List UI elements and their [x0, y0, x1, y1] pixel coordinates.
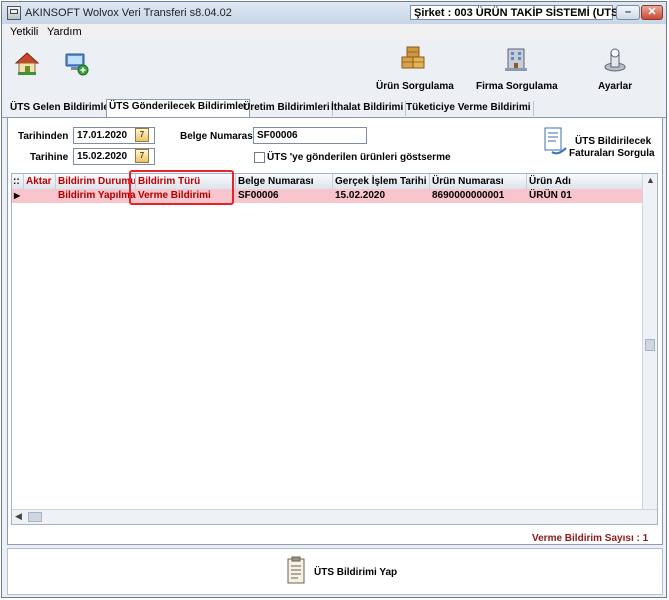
scroll-thumb-vertical[interactable]	[645, 339, 655, 351]
col-aktar[interactable]: Aktar	[24, 174, 56, 189]
cell-aktar[interactable]	[24, 189, 56, 203]
settings-label: Ayarlar	[598, 81, 633, 92]
horizontal-scrollbar[interactable]: ◀	[12, 509, 657, 524]
tab-ithalat[interactable]: İthalat Bildirimi	[329, 101, 407, 116]
doc-no-label: Belge Numarası	[180, 131, 256, 142]
app-icon	[7, 6, 21, 20]
settings-icon	[604, 48, 626, 72]
date-from-label: Tarihinden	[18, 131, 69, 142]
menu-yardim[interactable]: Yardım	[47, 26, 82, 38]
product-query-button[interactable]: Ürün Sorgulama	[372, 45, 454, 95]
cell-belge-numarasi: SF00006	[238, 190, 279, 201]
menu-yetkili[interactable]: Yetkili	[10, 26, 38, 38]
minimize-button[interactable]: –	[616, 5, 640, 20]
col-urun-numarasi[interactable]: Ürün Numarası	[430, 174, 527, 189]
query-invoices-line1: ÜTS Bildirilecek	[575, 136, 652, 147]
scroll-up-icon[interactable]: ▲	[646, 175, 655, 185]
highlight-annotation	[129, 170, 234, 205]
product-query-label: Ürün Sorgulama	[376, 81, 454, 92]
summary-count: Verme Bildirim Sayısı : 1	[532, 533, 649, 544]
tab-tuketici-verme[interactable]: Tüketiciye Verme Bildirimi	[404, 101, 534, 116]
cell-gercek-islem-tarihi: 15.02.2020	[335, 190, 386, 201]
tab-bar: ÜTS Gelen Bildirimler ÜTS Gönderilecek B…	[2, 99, 666, 118]
cell-bildirim-durumu: Bildirim Yapılmad	[58, 190, 136, 201]
row-indicator: ▶	[14, 191, 21, 200]
menu-bar: Yetkili Yardım	[2, 24, 666, 41]
computer-transfer-icon	[65, 53, 89, 76]
tab-uts-gelen[interactable]: ÜTS Gelen Bildirimler	[8, 101, 116, 116]
close-button[interactable]: ✕	[641, 5, 663, 20]
cell-urun-adi: ÜRÜN 01	[529, 190, 572, 201]
query-invoices-button[interactable]: ÜTS Bildirilecek Faturaları Sorgula	[540, 126, 658, 166]
bottom-action-area: ÜTS Bildirimi Yap	[7, 548, 663, 595]
window-title: AKINSOFT Wolvox Veri Transferi s8.04.02	[25, 7, 232, 19]
table-row[interactable]: ▶ Bildirim Yapılmad Verme Bildirimi SF00…	[12, 189, 655, 203]
tab-uretim[interactable]: Üretim Bildirimleri	[241, 101, 333, 116]
transfer-button[interactable]	[63, 50, 93, 80]
home-icon	[14, 52, 40, 75]
scroll-thumb-horizontal[interactable]	[28, 512, 42, 522]
submit-uts-button[interactable]: ÜTS Bildirimi Yap	[286, 555, 398, 589]
home-button[interactable]	[14, 50, 44, 80]
company-field: Şirket : 003 ÜRÜN TAKİP SİSTEMİ (UTS)	[410, 5, 622, 20]
cell-urun-numarasi: 8690000000001	[432, 190, 505, 201]
notifications-grid[interactable]: :: Aktar Bildirim Durumu Bildirim Türü B…	[11, 173, 658, 525]
company-query-button[interactable]: Firma Sorgulama	[472, 45, 558, 95]
date-to-label: Tarihine	[30, 152, 69, 163]
col-urun-adi[interactable]: Ürün Adı	[527, 174, 647, 189]
document-query-icon	[544, 127, 567, 155]
app-window: AKINSOFT Wolvox Veri Transferi s8.04.02 …	[1, 1, 667, 598]
query-invoices-line2: Faturaları Sorgula	[569, 148, 655, 159]
title-bar: AKINSOFT Wolvox Veri Transferi s8.04.02 …	[2, 2, 666, 25]
calendar-icon[interactable]: 7	[135, 149, 149, 163]
tab-panel: Tarihinden 17.01.2020 7 Tarihine 15.02.2…	[7, 117, 663, 545]
boxes-icon	[401, 46, 425, 69]
col-gercek-islem-tarihi[interactable]: Gerçek İşlem Tarihi	[333, 174, 430, 189]
show-sent-checkbox[interactable]	[254, 152, 265, 163]
clipboard-icon	[287, 556, 305, 584]
building-icon	[505, 48, 527, 71]
show-sent-label: ÜTS 'ye gönderilen ürünleri göstserme	[267, 152, 451, 163]
doc-no-field[interactable]: SF00006	[253, 127, 367, 144]
indicator-header: ::	[12, 174, 24, 189]
company-query-label: Firma Sorgulama	[476, 81, 558, 92]
tab-uts-gonderilecek[interactable]: ÜTS Gönderilecek Bildirimler	[106, 99, 251, 117]
toolbar: Ürün Sorgulama Firma Sorgulama Ayarlar	[2, 41, 666, 99]
grid-header: :: Aktar Bildirim Durumu Bildirim Türü B…	[12, 174, 655, 190]
settings-button[interactable]: Ayarlar	[590, 45, 640, 95]
col-bildirim-durumu[interactable]: Bildirim Durumu	[56, 174, 136, 189]
scroll-left-icon[interactable]: ◀	[15, 511, 22, 522]
col-belge-numarasi[interactable]: Belge Numarası	[236, 174, 333, 189]
vertical-scrollbar[interactable]: ▲	[642, 174, 657, 510]
submit-uts-label: ÜTS Bildirimi Yap	[314, 567, 398, 578]
calendar-icon[interactable]: 7	[135, 128, 149, 142]
